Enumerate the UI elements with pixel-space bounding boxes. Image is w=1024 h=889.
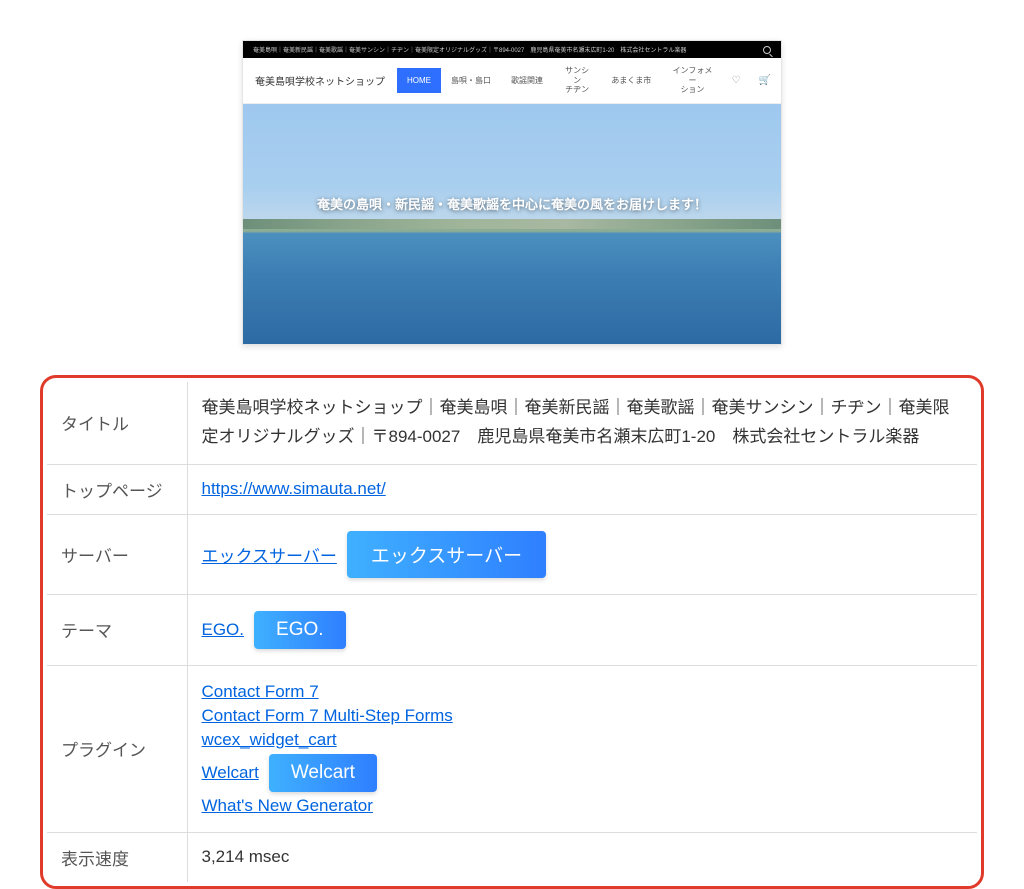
plugin-link-4[interactable]: Welcart — [202, 763, 259, 783]
label-title: タイトル — [47, 382, 187, 464]
row-plugins: プラグイン Contact Form 7 Contact Form 7 Mult… — [47, 665, 977, 832]
hero-text: 奄美の島唄・新民謡・奄美歌謡を中心に奄美の風をお届けします！ — [317, 194, 707, 213]
topbar-text: 奄美島唄｜奄美新民謡｜奄美歌謡｜奄美サンシン｜チヂン｜奄美限定オリジナルグッズ｜… — [253, 45, 686, 54]
screenshot-topbar: 奄美島唄｜奄美新民謡｜奄美歌謡｜奄美サンシン｜チヂン｜奄美限定オリジナルグッズ｜… — [243, 41, 781, 58]
nav-item-1: 島唄・島口 — [441, 68, 501, 94]
plugin-button-welcart[interactable]: Welcart — [269, 754, 377, 792]
value-server: エックスサーバー エックスサーバー — [187, 514, 977, 594]
theme-link[interactable]: EGO. — [202, 620, 245, 640]
detail-table-box: タイトル 奄美島唄学校ネットショップ｜奄美島唄｜奄美新民謡｜奄美歌謡｜奄美サンシ… — [40, 375, 984, 889]
search-icon — [763, 46, 771, 54]
site-brand: 奄美島唄学校ネットショップ — [243, 65, 397, 96]
value-speed: 3,214 msec — [187, 832, 977, 882]
plugin-link-1[interactable]: Contact Form 7 — [202, 682, 319, 701]
server-link[interactable]: エックスサーバー — [202, 542, 337, 567]
value-theme: EGO. EGO. — [187, 594, 977, 665]
theme-button[interactable]: EGO. — [254, 611, 346, 649]
server-button[interactable]: エックスサーバー — [347, 531, 546, 578]
row-speed: 表示速度 3,214 msec — [47, 832, 977, 882]
nav-item-4: あまくま市 — [601, 68, 661, 94]
label-speed: 表示速度 — [47, 832, 187, 882]
label-theme: テーマ — [47, 594, 187, 665]
screenshot-nav: 奄美島唄学校ネットショップ HOME 島唄・島口 歌謡関連 サンシン チヂン あ… — [243, 58, 781, 104]
hero-area: 奄美の島唄・新民謡・奄美歌謡を中心に奄美の風をお届けします！ — [243, 104, 781, 344]
plugin-link-2[interactable]: Contact Form 7 Multi-Step Forms — [202, 706, 453, 725]
nav-home: HOME — [397, 68, 441, 94]
site-screenshot: 奄美島唄｜奄美新民謡｜奄美歌謡｜奄美サンシン｜チヂン｜奄美限定オリジナルグッズ｜… — [40, 40, 984, 345]
label-plugins: プラグイン — [47, 665, 187, 832]
label-server: サーバー — [47, 514, 187, 594]
nav-item-5: インフォメー ション — [661, 58, 723, 103]
label-toppage: トップページ — [47, 464, 187, 514]
row-title: タイトル 奄美島唄学校ネットショップ｜奄美島唄｜奄美新民謡｜奄美歌謡｜奄美サンシ… — [47, 382, 977, 464]
value-plugins: Contact Form 7 Contact Form 7 Multi-Step… — [187, 665, 977, 832]
plugin-link-5[interactable]: What's New Generator — [202, 796, 373, 815]
row-server: サーバー エックスサーバー エックスサーバー — [47, 514, 977, 594]
row-theme: テーマ EGO. EGO. — [47, 594, 977, 665]
detail-table: タイトル 奄美島唄学校ネットショップ｜奄美島唄｜奄美新民謡｜奄美歌謡｜奄美サンシ… — [47, 382, 977, 882]
site-screenshot-inner: 奄美島唄｜奄美新民謡｜奄美歌謡｜奄美サンシン｜チヂン｜奄美限定オリジナルグッズ｜… — [242, 40, 782, 345]
cart-icon: 🛒 — [749, 75, 781, 86]
plugin-link-3[interactable]: wcex_widget_cart — [202, 730, 337, 749]
value-title: 奄美島唄学校ネットショップ｜奄美島唄｜奄美新民謡｜奄美歌謡｜奄美サンシン｜チヂン… — [187, 382, 977, 464]
heart-icon: ♡ — [724, 75, 749, 86]
value-toppage: https://www.simauta.net/ — [187, 464, 977, 514]
toppage-link[interactable]: https://www.simauta.net/ — [202, 479, 386, 498]
nav-item-2: 歌謡関連 — [501, 68, 553, 94]
nav-item-3: サンシン チヂン — [553, 58, 601, 103]
row-toppage: トップページ https://www.simauta.net/ — [47, 464, 977, 514]
